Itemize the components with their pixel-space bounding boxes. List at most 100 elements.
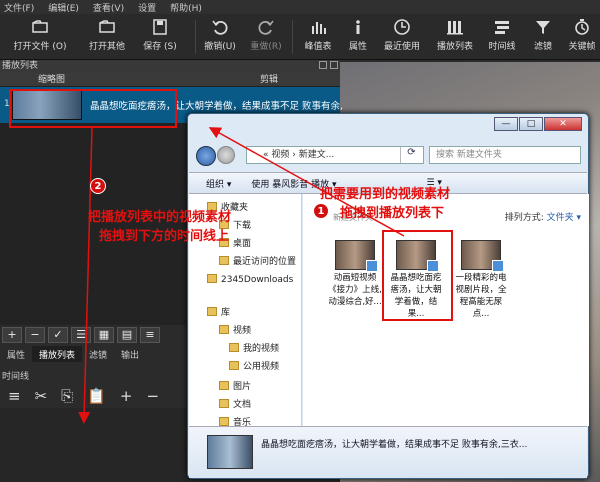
recent-button[interactable]: 最近使用 (372, 18, 432, 52)
undo-label: 撤销(U) (204, 42, 236, 52)
highlight-box-explorer-file (382, 230, 453, 321)
search-input[interactable]: 搜索 新建文件夹 (429, 146, 581, 164)
video-file[interactable]: 动画短视频《接力》上线,动漫综合,好... (327, 240, 383, 308)
video-file-thumbnail (461, 240, 504, 272)
details-thumbnail (207, 435, 253, 469)
playlist-title-text: 播放列表 (2, 61, 39, 71)
save-icon (153, 19, 167, 35)
open-file-icon (32, 20, 48, 33)
menu-settings[interactable]: 设置 (138, 1, 156, 14)
playlist-menu-button[interactable]: ≡ (140, 327, 160, 343)
nav-documents[interactable]: 文档 (219, 397, 251, 410)
window-controls: — □ ✕ (494, 117, 582, 131)
paste-button[interactable]: 📋 (87, 387, 106, 405)
save-button[interactable]: 保存 (S) (130, 18, 190, 52)
append-button[interactable]: + (120, 387, 133, 405)
peak-meter-icon (312, 22, 326, 34)
keyframe-label: 关键帧 (568, 42, 596, 52)
keyframe-icon (575, 19, 589, 35)
forward-button[interactable] (217, 146, 235, 164)
main-toolbar: 打开文件 (O) 打开其他 保存 (S) 撤销(U) 重做(R) 峰值表 属性 … (0, 14, 600, 60)
undo-icon (212, 20, 228, 35)
update-clip-button[interactable]: ✓ (48, 327, 68, 343)
redo-icon (258, 20, 274, 35)
video-file-name: 动画短视频《接力》上线,动漫综合,好... (328, 273, 382, 307)
menu-bar: 文件(F) 编辑(E) 查看(V) 设置 帮助(H) (0, 0, 600, 14)
properties-icon (356, 20, 360, 34)
open-other-label: 打开其他 (88, 42, 125, 52)
organize-button[interactable]: 组织 ▾ (206, 177, 231, 190)
step-2-note-line2: 拖拽到下方的时间线上 (99, 229, 230, 244)
details-pane: 晶晶想吃面疙瘩汤，让大朝学着做，结果成事不足 败事有余,三衣... (189, 426, 587, 478)
filter-label: 滤镜 (533, 42, 552, 52)
close-panel-icon[interactable] (330, 61, 338, 69)
playlist-header: 缩略图 剪辑 (0, 73, 340, 87)
playlist-label: 播放列表 (436, 42, 473, 52)
copy-button[interactable]: ⎘ (61, 387, 73, 405)
menu-view[interactable]: 查看(V) (93, 1, 124, 14)
arrange-by[interactable]: 排列方式: 文件夹 ▾ (505, 210, 581, 223)
open-file-button[interactable]: 打开文件 (O) (10, 18, 70, 52)
open-file-label: 打开文件 (O) (13, 42, 67, 52)
properties-label: 属性 (348, 42, 367, 52)
nav-recent-places[interactable]: 最近访问的位置 (219, 254, 296, 267)
icons-view-button[interactable]: ▤ (117, 327, 137, 343)
keyframe-button[interactable]: 关键帧 (552, 18, 600, 52)
step-1-note-line2: 拖拽到播放列表下 (340, 206, 445, 221)
arrange-by-value: 文件夹 ▾ (546, 213, 581, 223)
playlist-icon (447, 21, 463, 35)
tab-filters[interactable]: 滤镜 (82, 346, 114, 362)
tiles-view-button[interactable]: ▦ (94, 327, 114, 343)
details-view-button[interactable]: ☰ (71, 327, 91, 343)
step-1-badge: 1 (313, 203, 329, 219)
playlist-button-bar: + − ✓ ☰ ▦ ▤ ≡ (0, 325, 200, 345)
open-other-icon (99, 20, 115, 33)
recent-icon (394, 19, 410, 35)
nav-videos[interactable]: 视频 (219, 323, 251, 336)
redo-label: 重做(R) (250, 42, 282, 52)
cut-button[interactable]: ✂ (35, 387, 48, 405)
refresh-icon[interactable]: ⟳ (400, 147, 422, 163)
thumbnail-column-header[interactable]: 缩略图 (38, 73, 65, 87)
clip-column-header[interactable]: 剪辑 (260, 73, 278, 87)
tab-properties[interactable]: 属性 (0, 346, 32, 362)
back-button[interactable] (196, 146, 216, 166)
timeline-toolbar: ≡ ✂ ⎘ 📋 + − (0, 385, 200, 407)
step-1-note-line1: 把需要用到的视频素材 (320, 187, 451, 202)
menu-file[interactable]: 文件(F) (4, 1, 34, 14)
recent-label: 最近使用 (383, 42, 420, 52)
video-file-name: 一段精彩的电视剧片段，全程高能无尿点... (455, 273, 507, 319)
timeline-menu-button[interactable]: ≡ (8, 387, 21, 405)
playlist-panel-title: 播放列表 (0, 60, 340, 73)
nav-libraries[interactable]: 库 (207, 305, 230, 318)
menu-help[interactable]: 帮助(H) (170, 1, 202, 14)
timeline-icon (495, 21, 509, 34)
tab-playlist[interactable]: 播放列表 (32, 346, 83, 362)
float-panel-icon[interactable] (319, 61, 327, 69)
redo-button[interactable]: 重做(R) (236, 18, 296, 52)
step-2-badge: 2 (90, 178, 106, 194)
nav-pictures[interactable]: 图片 (219, 379, 251, 392)
remove-clip-button[interactable]: − (25, 327, 45, 343)
filter-icon (536, 21, 550, 34)
timeline-tracks[interactable] (0, 408, 190, 482)
nav-2345downloads[interactable]: 2345Downloads (207, 274, 293, 285)
video-file-thumbnail (335, 240, 378, 272)
menu-edit[interactable]: 编辑(E) (48, 1, 79, 14)
save-label: 保存 (S) (143, 42, 177, 52)
close-button[interactable]: ✕ (544, 117, 582, 131)
add-clip-button[interactable]: + (2, 327, 22, 343)
nav-my-videos[interactable]: 我的视频 (229, 341, 279, 354)
open-other-button[interactable]: 打开其他 (77, 18, 137, 52)
video-file[interactable]: 一段精彩的电视剧片段，全程高能无尿点... (453, 240, 509, 320)
step-2-note-line1: 把播放列表中的视频素材 (88, 210, 232, 225)
highlight-box-playlist-item (9, 89, 177, 128)
tab-output[interactable]: 输出 (114, 346, 146, 362)
remove-button[interactable]: − (146, 387, 159, 405)
address-bar[interactable]: « 视频 › 新建文... (246, 146, 424, 164)
maximize-button[interactable]: □ (519, 117, 543, 131)
details-title: 晶晶想吃面疙瘩汤，让大朝学着做，结果成事不足 败事有余,三衣... (261, 440, 528, 450)
nav-public-videos[interactable]: 公用视频 (229, 359, 279, 372)
timeline-label: 时间线 (488, 42, 516, 52)
minimize-button[interactable]: — (494, 117, 518, 131)
